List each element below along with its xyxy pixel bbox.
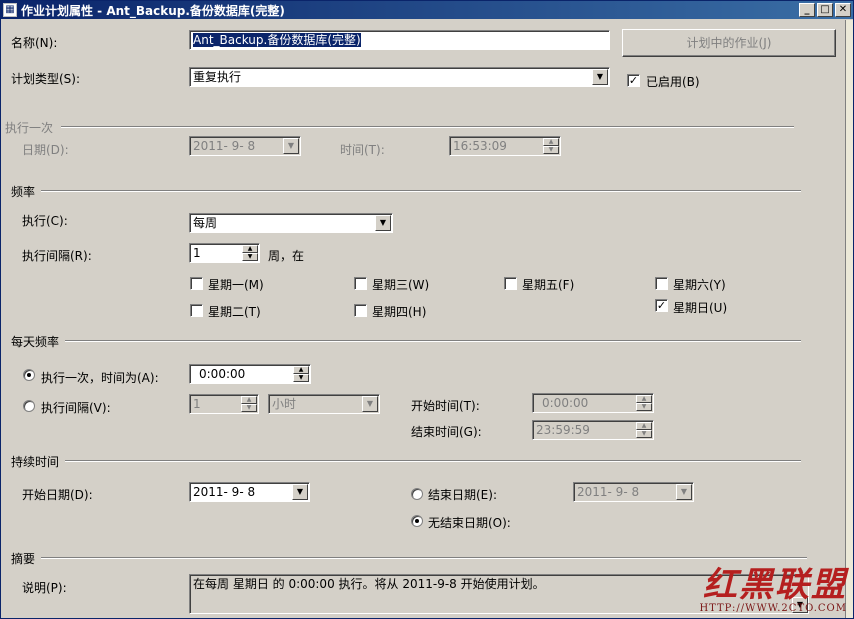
thursday-label: 星期四(H) <box>372 305 427 319</box>
vertical-scrollbar[interactable] <box>845 20 853 618</box>
name-input[interactable]: Ant_Backup.备份数据库(完整) <box>189 30 610 50</box>
schedule-properties-window: ▦ 作业计划属性 - Ant_Backup.备份数据库(完整) _ □ ✕ 名称… <box>0 0 854 619</box>
monday-label: 星期一(M) <box>208 278 264 292</box>
chevron-down-icon[interactable]: ▼ <box>362 396 378 412</box>
chevron-down-icon[interactable]: ▼ <box>375 215 391 231</box>
description-value: 在每周 星期日 的 0:00:00 执行。将从 2011-9-8 开始使用计划。 <box>193 577 545 591</box>
frequency-group-title: 频率 <box>11 185 36 199</box>
tuesday-checkbox[interactable] <box>190 304 203 317</box>
sunday-checkbox[interactable]: ✓ <box>655 299 668 312</box>
start-time-spinner[interactable]: 0:00:00 ▲ ▼ <box>532 393 654 413</box>
group-divider <box>41 190 801 192</box>
once-date-picker[interactable]: 2011- 9- 8 ▼ <box>189 136 301 156</box>
chevron-down-icon[interactable]: ▼ <box>676 484 692 500</box>
chevron-down-icon[interactable]: ▼ <box>283 138 299 154</box>
saturday-checkbox[interactable] <box>655 277 668 290</box>
summary-group-title: 摘要 <box>11 552 36 566</box>
start-date-value: 2011- 9- 8 <box>193 485 256 499</box>
no-end-date-label: 无结束日期(O): <box>428 516 511 530</box>
chevron-down-icon[interactable]: ▼ <box>292 484 308 500</box>
schedule-type-value: 重复执行 <box>193 70 242 84</box>
once-time-value: 16:53:09 <box>453 139 507 153</box>
watermark-text: 红黑联盟 <box>703 565 847 605</box>
chevron-down-icon[interactable]: ▼ <box>592 69 608 85</box>
saturday-label: 星期六(Y) <box>673 278 726 292</box>
every-unit-value: 小时 <box>272 397 297 411</box>
every-unit-select[interactable]: 小时 ▼ <box>268 394 380 414</box>
friday-checkbox[interactable] <box>504 277 517 290</box>
spin-arrows-icon[interactable]: ▲ ▼ <box>543 138 559 154</box>
watermark-url: HTTP://WWW.2CTO.COM <box>699 603 847 614</box>
description-label: 说明(P): <box>22 581 67 595</box>
jobs-in-schedule-button[interactable]: 计划中的作业(J) <box>622 29 836 57</box>
grid-icon: ▦ <box>3 3 17 17</box>
start-date-label: 开始日期(D): <box>22 488 93 502</box>
daily-group-title: 每天频率 <box>11 335 60 349</box>
no-end-date-radio[interactable] <box>411 515 423 527</box>
spin-arrows-icon[interactable]: ▲ ▼ <box>242 245 258 261</box>
end-date-picker[interactable]: 2011- 9- 8 ▼ <box>573 482 694 502</box>
end-date-value: 2011- 9- 8 <box>577 485 640 499</box>
recurs-label: 执行间隔(R): <box>22 249 92 263</box>
every-interval-value: 1 <box>193 397 201 411</box>
once-group-title: 执行一次 <box>5 121 54 135</box>
wednesday-label: 星期三(W) <box>372 278 430 292</box>
recurs-spinner[interactable]: 1 ▲ ▼ <box>189 243 260 263</box>
spin-arrows-icon[interactable]: ▲ ▼ <box>636 422 652 438</box>
title-bar[interactable]: ▦ 作业计划属性 - Ant_Backup.备份数据库(完整) _ □ ✕ <box>1 1 853 19</box>
watermark-logo: 红黑联盟 HTTP://WWW.2CTO.COM <box>699 567 847 614</box>
name-value: Ant_Backup.备份数据库(完整) <box>193 33 361 47</box>
tuesday-label: 星期二(T) <box>208 305 261 319</box>
friday-label: 星期五(F) <box>522 278 575 292</box>
group-divider <box>61 126 794 128</box>
once-time-spinner[interactable]: 16:53:09 ▲ ▼ <box>449 136 561 156</box>
window-title: 作业计划属性 - Ant_Backup.备份数据库(完整) <box>21 3 285 18</box>
minimize-button[interactable]: _ <box>799 3 815 17</box>
occurs-label: 执行(C): <box>22 214 68 228</box>
spin-arrows-icon[interactable]: ▲ ▼ <box>241 396 257 412</box>
start-time-value: 0:00:00 <box>542 396 589 410</box>
once-at-radio[interactable] <box>23 369 35 381</box>
sunday-label: 星期日(U) <box>673 301 728 315</box>
every-interval-spinner[interactable]: 1 ▲ ▼ <box>189 394 259 414</box>
group-divider <box>65 340 801 342</box>
maximize-button[interactable]: □ <box>817 3 833 17</box>
occurs-select[interactable]: 每周 ▼ <box>189 213 393 233</box>
once-at-time-value: 0:00:00 <box>199 367 246 381</box>
close-button[interactable]: ✕ <box>835 3 851 17</box>
end-time-spinner[interactable]: 23:59:59 ▲ ▼ <box>532 420 654 440</box>
every-label: 执行间隔(V): <box>41 401 111 415</box>
group-divider <box>65 460 801 462</box>
schedule-type-label: 计划类型(S): <box>11 72 81 86</box>
every-radio[interactable] <box>23 400 35 412</box>
end-time-value: 23:59:59 <box>536 423 590 437</box>
start-date-picker[interactable]: 2011- 9- 8 ▼ <box>189 482 310 502</box>
end-time-label: 结束时间(G): <box>411 425 482 439</box>
once-at-label: 执行一次，时间为(A): <box>41 371 159 385</box>
wednesday-checkbox[interactable] <box>354 277 367 290</box>
once-date-label: 日期(D): <box>22 143 69 157</box>
end-date-label: 结束日期(E): <box>428 488 497 502</box>
recurs-value: 1 <box>193 246 201 260</box>
once-date-value: 2011- 9- 8 <box>193 139 256 153</box>
schedule-type-select[interactable]: 重复执行 ▼ <box>189 67 610 87</box>
name-label: 名称(N): <box>11 36 58 50</box>
once-at-time-spinner[interactable]: 0:00:00 ▲ ▼ <box>189 364 311 384</box>
thursday-checkbox[interactable] <box>354 304 367 317</box>
start-time-label: 开始时间(T): <box>411 399 480 413</box>
end-date-radio[interactable] <box>411 488 423 500</box>
spin-arrows-icon[interactable]: ▲ ▼ <box>293 366 309 382</box>
occurs-value: 每周 <box>193 216 218 230</box>
enabled-label: 已启用(B) <box>646 75 700 89</box>
duration-group-title: 持续时间 <box>11 455 60 469</box>
recurs-unit: 周，在 <box>268 249 305 263</box>
enabled-checkbox[interactable]: ✓ <box>627 74 640 87</box>
once-time-label: 时间(T): <box>340 143 385 157</box>
monday-checkbox[interactable] <box>190 277 203 290</box>
spin-arrows-icon[interactable]: ▲ ▼ <box>636 395 652 411</box>
group-divider <box>41 557 807 559</box>
